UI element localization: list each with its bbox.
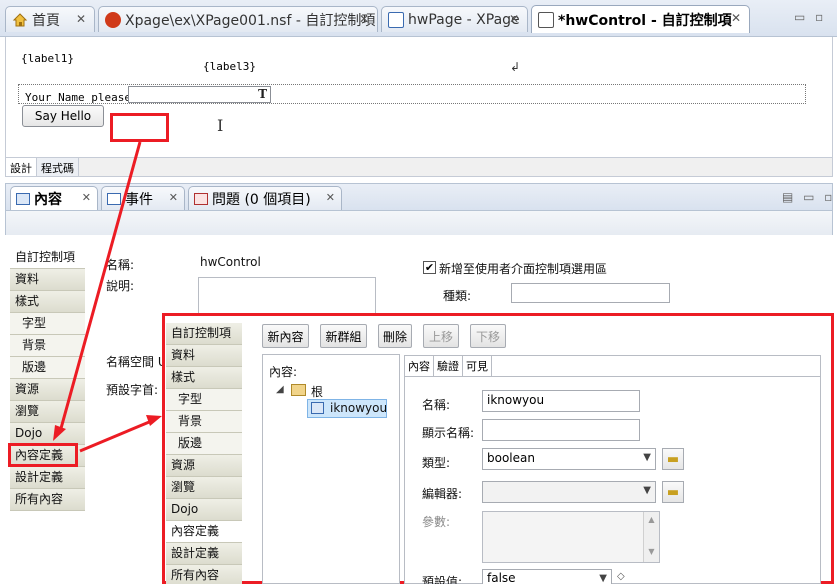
params-field[interactable]: ▲ ▼ <box>482 511 660 563</box>
default-value: false <box>487 571 516 584</box>
browse-folder-icon[interactable]: ▬ <box>662 481 684 503</box>
editor-select[interactable]: ▼ <box>482 481 656 503</box>
nav-item-resources[interactable]: 資源 <box>166 455 242 477</box>
nav-item-custom-control[interactable]: 自訂控制項 <box>166 323 242 345</box>
chevron-down-icon: ▼ <box>599 573 607 584</box>
move-down-button[interactable]: 下移 <box>470 324 506 348</box>
tree-root[interactable]: 根 <box>311 383 323 400</box>
tree-label: 內容: <box>269 365 298 379</box>
tab-property[interactable]: 內容 <box>405 356 434 376</box>
tree-child[interactable]: iknowyou <box>330 401 387 415</box>
default-value-select[interactable]: false ▼ <box>482 569 612 584</box>
prop-name-field[interactable]: iknowyou <box>482 390 640 412</box>
scrollbar[interactable]: ▲ ▼ <box>643 512 659 562</box>
overlay-nav: 自訂控制項 資料 樣式 字型 背景 版邊 資源 瀏覽 Dojo 內容定義 設計定… <box>166 323 242 584</box>
arrowhead-2 <box>146 415 162 426</box>
type-select[interactable]: boolean ▼ <box>482 448 656 470</box>
nav-item-font[interactable]: 字型 <box>166 389 242 411</box>
type-value: boolean <box>487 451 535 465</box>
detail-tabs: 內容 驗證 可見 <box>405 356 820 377</box>
browse-folder-icon[interactable]: ▬ <box>662 448 684 470</box>
new-property-button[interactable]: 新內容 <box>262 324 309 348</box>
chevron-down-icon: ▼ <box>643 485 651 496</box>
nav-item-margins[interactable]: 版邊 <box>166 433 242 455</box>
property-icon <box>311 402 324 414</box>
nav-item-property-definition[interactable]: 內容定義 <box>166 521 242 543</box>
arrowhead-1 <box>53 425 66 441</box>
diamond-icon: ◇ <box>617 571 625 582</box>
nav-item-all-properties[interactable]: 所有內容 <box>166 565 242 584</box>
nav-item-dojo[interactable]: Dojo <box>166 499 242 521</box>
nav-item-style[interactable]: 樣式 <box>166 367 242 389</box>
arrow-line-1 <box>58 141 142 433</box>
params-label: 參數: <box>422 515 451 529</box>
folder-icon <box>291 384 306 396</box>
type-label: 類型: <box>422 456 451 470</box>
nav-item-background[interactable]: 背景 <box>166 411 242 433</box>
tab-validation[interactable]: 驗證 <box>434 356 463 376</box>
editor-label: 編輯器: <box>422 487 463 501</box>
display-name-field[interactable] <box>482 419 640 441</box>
collapse-arrow-icon[interactable]: ◢ <box>276 384 284 395</box>
prop-name-label: 名稱: <box>422 398 451 412</box>
arrow-line-2 <box>79 418 155 453</box>
chevron-down-icon: ▼ <box>643 452 651 463</box>
nav-item-data[interactable]: 資料 <box>166 345 242 367</box>
nav-item-navigation[interactable]: 瀏覽 <box>166 477 242 499</box>
nav-item-design-definition[interactable]: 設計定義 <box>166 543 242 565</box>
move-up-button[interactable]: 上移 <box>423 324 459 348</box>
new-group-button[interactable]: 新群組 <box>320 324 367 348</box>
default-value-label: 預設值: <box>422 575 463 584</box>
delete-button[interactable]: 刪除 <box>378 324 412 348</box>
display-name-label: 顯示名稱: <box>422 426 475 440</box>
tab-visible[interactable]: 可見 <box>463 356 492 376</box>
